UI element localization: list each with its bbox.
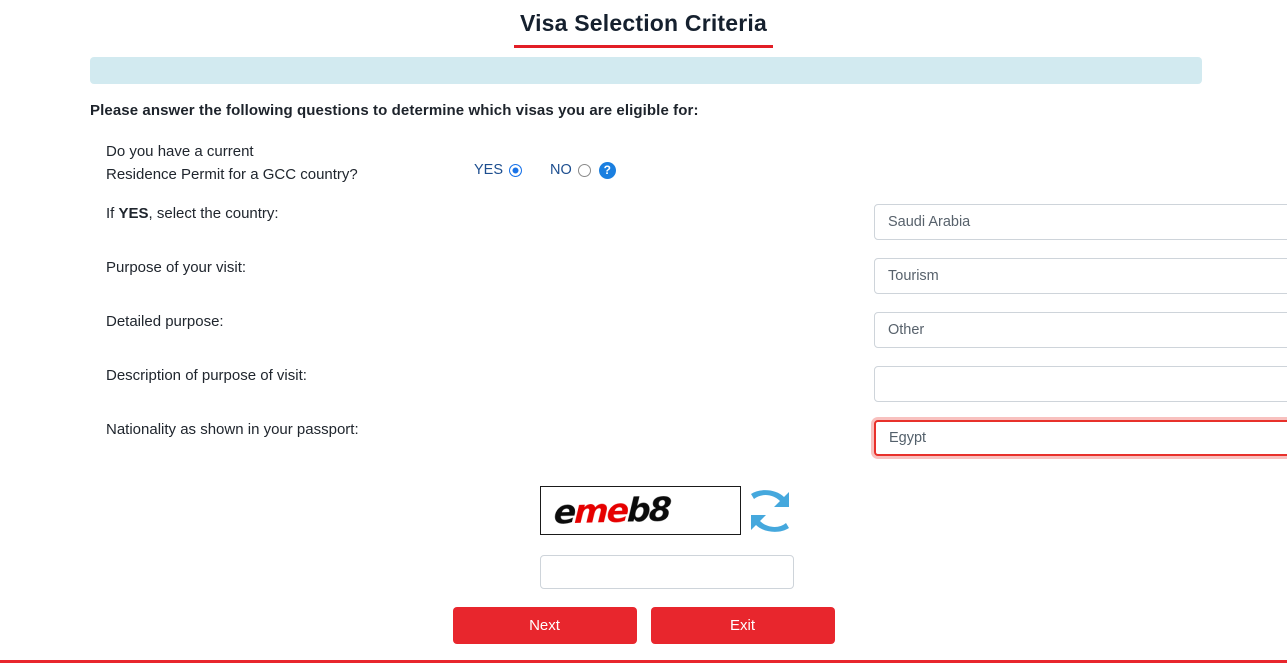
visa-selection-page: Visa Selection Criteria Please answer th… <box>0 0 1287 663</box>
page-title: Visa Selection Criteria <box>513 10 774 48</box>
captcha-area: emeb8 <box>0 486 1287 596</box>
visa-criteria-form: Do you have a current Residence Permit f… <box>0 140 1287 478</box>
radio-option-yes-label: YES <box>474 161 504 178</box>
residence-permit-label: Do you have a current Residence Permit f… <box>0 140 440 186</box>
detailed-purpose-select[interactable]: Other <box>874 312 1287 348</box>
nationality-label: Nationality as shown in your passport: <box>106 421 359 438</box>
country-select[interactable]: Saudi Arabia <box>874 204 1287 240</box>
radio-option-no-label: NO <box>550 161 572 178</box>
detailed-purpose-label: Detailed purpose: <box>106 313 224 330</box>
form-row-nationality: Nationality as shown in your passport: E… <box>0 418 1287 478</box>
form-row-detailed-purpose: Detailed purpose: Other <box>0 310 1287 364</box>
description-input[interactable] <box>874 366 1287 402</box>
nationality-select-value: Egypt <box>889 430 927 446</box>
intro-text: Please answer the following questions to… <box>90 102 699 119</box>
captcha-part-3: b8 <box>626 489 671 530</box>
country-label-suffix: , select the country: <box>148 205 279 222</box>
refresh-icon[interactable] <box>748 488 792 534</box>
description-label: Description of purpose of visit: <box>106 367 307 384</box>
form-row-country: If YES, select the country: Saudi Arabia <box>0 202 1287 256</box>
form-actions: Next Exit <box>0 607 1287 644</box>
help-icon[interactable]: ? <box>598 162 616 179</box>
detailed-purpose-select-value: Other <box>888 322 925 338</box>
radio-option-no[interactable]: NO <box>550 162 591 178</box>
country-select-value: Saudi Arabia <box>888 214 971 230</box>
purpose-label: Purpose of your visit: <box>106 259 247 276</box>
radio-no-indicator[interactable] <box>577 164 591 177</box>
residence-permit-radio-group: YES NO ? <box>474 140 1287 179</box>
form-row-residence-permit: Do you have a current Residence Permit f… <box>0 140 1287 202</box>
page-title-container: Visa Selection Criteria <box>0 10 1287 48</box>
nationality-select[interactable]: Egypt <box>874 420 1287 456</box>
residence-permit-label-line2: Residence Permit for a GCC country? <box>106 166 358 183</box>
captcha-part-2: me <box>573 490 629 531</box>
captcha-part-1: e <box>553 491 576 532</box>
country-label: If YES, select the country: <box>0 202 440 225</box>
exit-button[interactable]: Exit <box>650 607 835 644</box>
radio-yes-indicator[interactable] <box>509 164 523 177</box>
captcha-input[interactable] <box>540 555 794 589</box>
form-row-description: Description of purpose of visit: <box>0 364 1287 418</box>
form-row-purpose: Purpose of your visit: Tourism <box>0 256 1287 310</box>
purpose-select-value: Tourism <box>888 268 939 284</box>
next-button[interactable]: Next <box>452 607 637 644</box>
residence-permit-label-line1: Do you have a current <box>106 143 254 160</box>
purpose-select[interactable]: Tourism <box>874 258 1287 294</box>
country-label-prefix: If <box>106 205 119 222</box>
residence-permit-field: YES NO ? <box>440 140 1287 179</box>
captcha-image: emeb8 <box>540 486 741 535</box>
captcha-text: emeb8 <box>553 488 671 533</box>
notice-bar <box>90 57 1202 84</box>
country-label-bold: YES <box>118 205 149 222</box>
radio-option-yes[interactable]: YES <box>474 161 523 178</box>
